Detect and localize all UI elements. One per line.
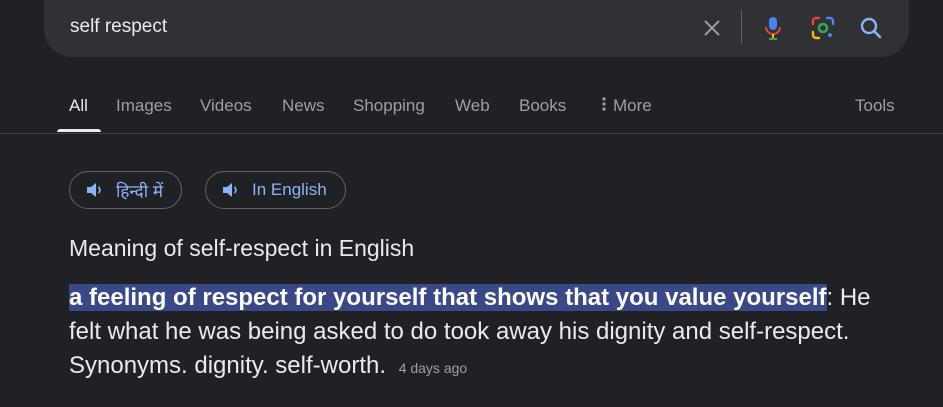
english-audio-label: In English <box>252 180 327 199</box>
search-icon[interactable] <box>857 14 885 42</box>
hindi-audio-button[interactable]: हिन्दी में <box>69 171 183 209</box>
tab-videos[interactable]: Videos <box>200 96 252 116</box>
results-page: self respect All Images Videos News Shop… <box>0 0 943 407</box>
search-tabs: All Images Videos News Shopping Web Book… <box>0 93 943 134</box>
search-divider <box>741 10 742 44</box>
tab-news[interactable]: News <box>282 96 325 116</box>
tab-all[interactable]: All <box>69 96 88 116</box>
tools-button[interactable]: Tools <box>855 96 895 116</box>
definition-text: a feeling of respect for yourself that s… <box>69 281 909 385</box>
tab-more-label: More <box>613 96 652 115</box>
tab-shopping[interactable]: Shopping <box>353 96 425 116</box>
result-heading: Meaning of self-respect in English <box>69 235 415 261</box>
lens-icon[interactable] <box>809 14 837 42</box>
result-age: 4 days ago <box>398 360 468 376</box>
mic-icon[interactable] <box>759 14 787 42</box>
highlighted-definition: a feeling of respect for yourself that s… <box>69 284 827 311</box>
more-dots-icon <box>602 97 606 111</box>
speaker-icon <box>222 182 240 198</box>
tab-web[interactable]: Web <box>455 96 490 116</box>
speaker-icon <box>86 182 104 198</box>
search-input[interactable]: self respect <box>70 16 167 38</box>
active-tab-indicator <box>57 129 101 132</box>
tab-books[interactable]: Books <box>519 96 566 116</box>
english-audio-button[interactable]: In English <box>205 171 346 209</box>
hindi-audio-label: हिन्दी में <box>116 181 164 201</box>
close-icon[interactable] <box>698 14 726 42</box>
search-bar[interactable]: self respect <box>44 0 909 57</box>
tab-images[interactable]: Images <box>116 96 172 116</box>
tab-more[interactable]: More <box>601 96 652 116</box>
